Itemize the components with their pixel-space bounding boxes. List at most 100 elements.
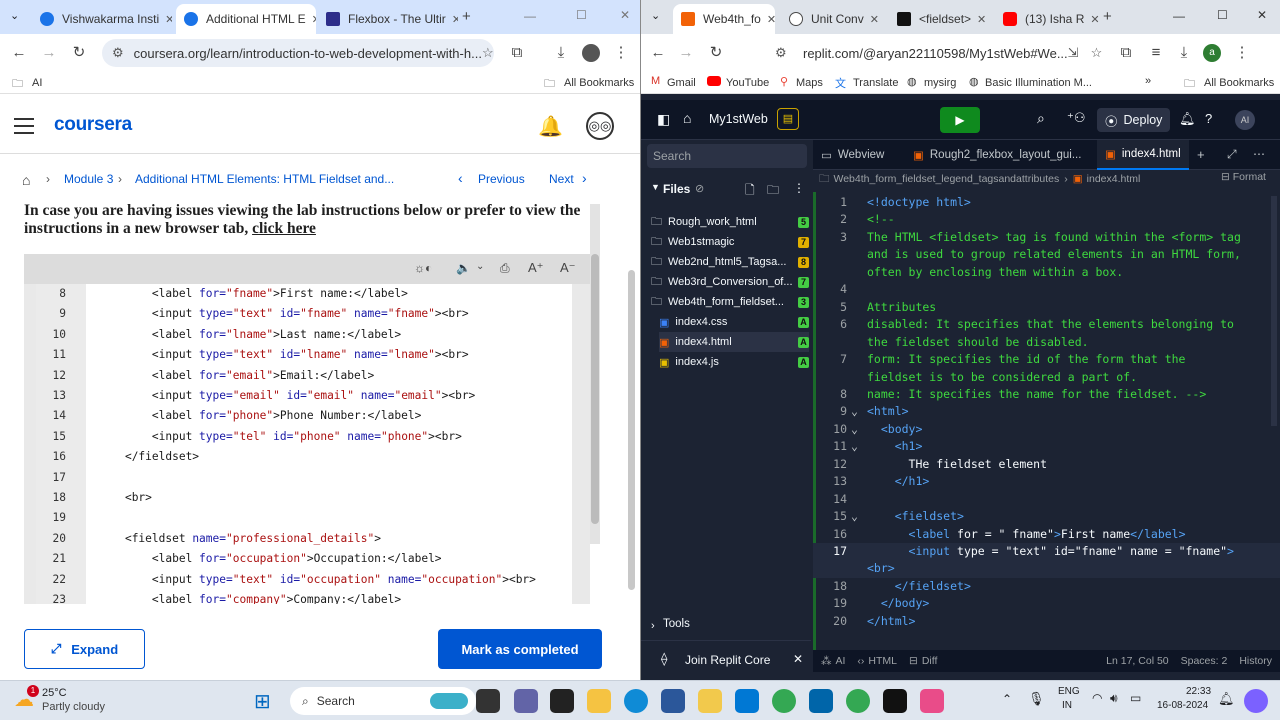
bookmark-translate[interactable]: Translate	[853, 77, 898, 89]
print-icon[interactable]: ⎙	[500, 261, 510, 276]
editor-line[interactable]: 19 </body>	[813, 595, 1280, 613]
install-app-icon[interactable]: ⇲	[1068, 45, 1079, 61]
file-item[interactable]: ▣ index4.js A	[659, 352, 809, 372]
chevron-down-icon[interactable]: ▼	[651, 182, 660, 192]
hamburger-menu-icon[interactable]	[14, 118, 34, 134]
tab-index4-html[interactable]: ▣ index4.html	[1097, 140, 1189, 170]
extensions-icon[interactable]: ⧉	[1117, 44, 1135, 62]
close-icon[interactable]: ✕	[306, 13, 316, 26]
font-increase-icon[interactable]: A⁺	[528, 260, 544, 276]
bookmark-ai[interactable]: AI	[32, 77, 42, 89]
editor-line[interactable]: the fieldset should be disabled.	[813, 334, 1280, 352]
chevron-down-icon[interactable]: ⌄	[476, 261, 484, 272]
wifi-icon[interactable]: ◠	[1092, 691, 1102, 705]
file-item[interactable]: 🗀 Web2nd_html5_Tagsa... 8	[651, 252, 809, 272]
invite-icon[interactable]: ⁺⚇	[1067, 110, 1086, 126]
fold-chevron-icon[interactable]: ⌄	[851, 438, 858, 456]
close-icon[interactable]: ✕	[1084, 13, 1099, 26]
coursera-logo[interactable]: coursera	[54, 114, 132, 136]
editor-line[interactable]: 12 THe fieldset element	[813, 456, 1280, 474]
breadcrumb-module[interactable]: Module 3	[64, 172, 113, 186]
media-icon[interactable]: ≡	[1147, 44, 1165, 62]
editor-line[interactable]: 9 ⌄ <html>	[813, 403, 1280, 421]
notion-icon[interactable]	[883, 689, 907, 713]
tab-flexbox[interactable]: Flexbox - The Ultir ✕	[318, 4, 458, 34]
search-input[interactable]: Search	[647, 144, 807, 168]
home-icon[interactable]: ⌂	[22, 172, 30, 188]
close-icon[interactable]: ✕	[971, 13, 986, 26]
all-bookmarks[interactable]: All Bookmarks	[1204, 77, 1274, 89]
bookmark-mysirg[interactable]: mysirg	[924, 77, 956, 89]
profile-avatar[interactable]: a	[1203, 44, 1221, 62]
home-icon[interactable]: ⌂	[683, 110, 691, 126]
new-tab-icon[interactable]: +	[1197, 147, 1205, 162]
tab-unit-converter[interactable]: Unit Conv ✕	[781, 4, 885, 34]
maximize-icon[interactable]: ☐	[576, 8, 587, 22]
new-tab-icon[interactable]: +	[1103, 8, 1112, 25]
chevron-right-icon[interactable]: ›	[651, 620, 655, 632]
file-item[interactable]: 🗀 Web1stmagic 7	[651, 232, 809, 252]
user-avatar[interactable]: AI	[1235, 110, 1255, 130]
user-avatar[interactable]: ◎◎	[586, 112, 614, 140]
bookmark-gmail[interactable]: Gmail	[667, 77, 696, 89]
mail-icon[interactable]	[735, 689, 759, 713]
chevron-right-icon[interactable]: ›	[582, 170, 587, 186]
page-scrollbar-thumb[interactable]	[628, 270, 635, 590]
tab-search-icon[interactable]: ⌄	[10, 9, 19, 22]
chevron-left-icon[interactable]: ‹	[458, 170, 463, 186]
download-icon[interactable]: ⤓	[1175, 44, 1193, 62]
editor-line[interactable]: 10 ⌄ <body>	[813, 421, 1280, 439]
bookmark-basic-illumination[interactable]: Basic Illumination M...	[985, 77, 1092, 89]
editor-code-lines[interactable]: 1 <!doctype html> 2 <!-- 3 The HTML <fieldset…	[813, 194, 1280, 634]
menu-icon[interactable]: ⋮	[612, 44, 630, 62]
editor-line[interactable]: 8 name: It specifies the name for the fie…	[813, 386, 1280, 404]
editor-line[interactable]: 14	[813, 491, 1280, 509]
search-icon[interactable]: ⌕	[1037, 110, 1045, 127]
tab-additional-html[interactable]: Additional HTML E✕	[176, 4, 316, 34]
reload-icon[interactable]: ↻	[707, 44, 725, 62]
snipping-tool-icon[interactable]	[920, 689, 944, 713]
notification-icon[interactable]: 🔔︎	[1218, 691, 1235, 707]
clock-date[interactable]: 16-08-2024	[1157, 700, 1208, 711]
clock-time[interactable]: 22:33	[1186, 686, 1211, 697]
file-item[interactable]: 🗀 Rough_work_html 5	[651, 212, 809, 232]
editor-line[interactable]: 17 <input type = "text" id="fname" name …	[813, 543, 1280, 561]
editor-line[interactable]: 15 ⌄ <fieldset>	[813, 508, 1280, 526]
window-close-icon[interactable]: ✕	[1257, 8, 1267, 22]
editor-line[interactable]: fieldset is to be considered a part of.	[813, 369, 1280, 387]
minimize-icon[interactable]: —	[1173, 9, 1185, 23]
teams-icon[interactable]	[514, 689, 538, 713]
format-button[interactable]: ⊟ Format	[1221, 171, 1266, 183]
weather-desc[interactable]: Partly cloudy	[42, 701, 105, 713]
close-icon[interactable]: ✕	[761, 13, 775, 26]
tools-heading[interactable]: Tools	[663, 618, 690, 630]
address-bar[interactable]: ⚙ coursera.org/learn/introduction-to-web…	[102, 39, 494, 67]
extensions-icon[interactable]: ⧉	[508, 44, 526, 62]
editor-line[interactable]: 11 ⌄ <h1>	[813, 438, 1280, 456]
tab-rough2-flexbox[interactable]: ▣ Rough2_flexbox_layout_gui...	[905, 140, 1091, 170]
file-item[interactable]: 🗀 Web4th_form_fieldset... 3	[651, 292, 809, 312]
breadcrumb-page[interactable]: Additional HTML Elements: HTML Fieldset …	[135, 172, 394, 186]
editor-line[interactable]: 13 </h1>	[813, 473, 1280, 491]
click-here-link[interactable]: click here	[252, 220, 316, 237]
weather-temp[interactable]: 25°C	[42, 687, 67, 699]
store-icon[interactable]	[661, 689, 685, 713]
notification-bell-icon[interactable]: 🔔	[538, 114, 563, 139]
windows-start-icon[interactable]: ⊞	[254, 689, 271, 714]
editor-line[interactable]: 4	[813, 281, 1280, 299]
page-scrollbar[interactable]	[626, 160, 636, 600]
language-region[interactable]: IN	[1062, 700, 1072, 711]
fold-chevron-icon[interactable]: ⌄	[851, 508, 858, 526]
font-decrease-icon[interactable]: A⁻	[560, 260, 576, 276]
menu-icon[interactable]: ⋮	[1233, 44, 1251, 62]
tab-search-icon[interactable]: ⌄	[651, 9, 660, 22]
tab-youtube[interactable]: (13) Isha R ✕	[995, 4, 1099, 34]
all-bookmarks[interactable]: All Bookmarks	[564, 77, 634, 89]
fold-chevron-icon[interactable]: ⌄	[851, 421, 858, 439]
tab-fieldset[interactable]: <fieldset> ✕	[889, 4, 993, 34]
close-icon[interactable]: ✕	[864, 13, 879, 26]
new-tab-icon[interactable]: +	[462, 8, 471, 25]
sticky-notes-icon[interactable]	[698, 689, 722, 713]
run-button[interactable]: ▶	[940, 107, 980, 133]
microphone-icon[interactable]: 🎙	[1028, 691, 1045, 707]
